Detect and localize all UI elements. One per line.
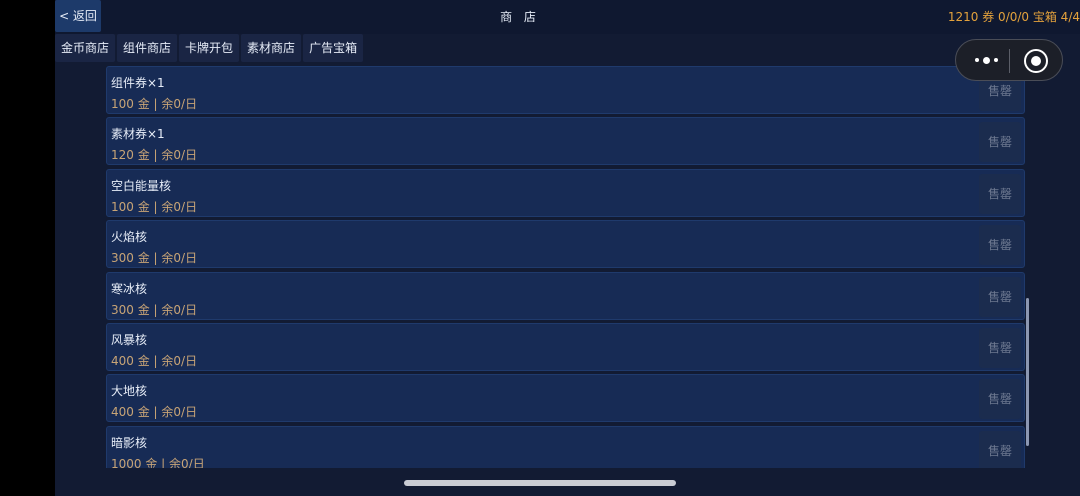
sold-out-button[interactable]: 售罄 <box>979 122 1021 163</box>
item-name: 空白能量核 <box>111 178 172 193</box>
list-item: 空白能量核 100 金 | 余0/日 售罄 <box>106 168 1025 217</box>
top-bar: < 返回 商 店 1210 券 0/0/0 宝箱 4/4 <box>55 0 1080 34</box>
list-item: 寒冰核 300 金 | 余0/日 售罄 <box>106 271 1025 320</box>
item-price: 100 金 | 余0/日 <box>111 199 198 214</box>
tab-ad-chest[interactable]: 广告宝箱 <box>303 34 364 62</box>
item-name: 风暴核 <box>111 332 148 347</box>
more-dots-icon[interactable] <box>966 40 1006 80</box>
list-item: 组件券×1 100 金 | 余0/日 售罄 <box>106 66 1025 114</box>
item-name: 暗影核 <box>111 435 148 450</box>
sold-out-button[interactable]: 售罄 <box>979 276 1021 317</box>
list-item: 大地核 400 金 | 余0/日 售罄 <box>106 374 1025 423</box>
left-black-bar <box>0 0 55 496</box>
home-indicator[interactable] <box>404 480 676 486</box>
target-circle-icon[interactable] <box>1024 49 1048 73</box>
item-name: 组件券×1 <box>111 76 165 90</box>
item-price: 120 金 | 余0/日 <box>111 148 198 163</box>
capsule-divider <box>1009 49 1010 73</box>
shop-item-list[interactable]: 组件券×1 100 金 | 余0/日 售罄 素材券×1 120 金 | 余0/日… <box>106 66 1026 468</box>
list-item: 素材券×1 120 金 | 余0/日 售罄 <box>106 117 1025 166</box>
sold-out-button[interactable]: 售罄 <box>979 379 1021 420</box>
item-price: 1000 金 | 余0/日 <box>111 456 205 468</box>
item-name: 火焰核 <box>111 230 148 245</box>
list-scrollbar[interactable] <box>1026 298 1029 446</box>
sold-out-button[interactable]: 售罄 <box>979 430 1021 468</box>
page-title: 商 店 <box>500 10 540 24</box>
tab-card-packs[interactable]: 卡牌开包 <box>179 34 240 62</box>
miniprogram-capsule <box>955 39 1063 81</box>
sold-out-button[interactable]: 售罄 <box>979 173 1021 214</box>
item-price: 400 金 | 余0/日 <box>111 405 198 420</box>
sold-out-button[interactable]: 售罄 <box>979 327 1021 368</box>
tab-material-shop[interactable]: 素材商店 <box>241 34 302 62</box>
shop-screen: < 返回 商 店 1210 券 0/0/0 宝箱 4/4 金币商店 组件商店 卡… <box>55 0 1080 496</box>
item-price: 400 金 | 余0/日 <box>111 353 198 368</box>
item-name: 大地核 <box>111 384 148 399</box>
list-item: 暗影核 1000 金 | 余0/日 售罄 <box>106 425 1025 468</box>
tab-component-shop[interactable]: 组件商店 <box>117 34 178 62</box>
shop-tabs: 金币商店 组件商店 卡牌开包 素材商店 广告宝箱 <box>55 34 364 62</box>
list-item: 风暴核 400 金 | 余0/日 售罄 <box>106 322 1025 371</box>
item-price: 100 金 | 余0/日 <box>111 97 198 111</box>
tab-coin-shop[interactable]: 金币商店 <box>55 34 116 62</box>
item-price: 300 金 | 余0/日 <box>111 251 198 266</box>
list-item: 火焰核 300 金 | 余0/日 售罄 <box>106 220 1025 269</box>
item-price: 300 金 | 余0/日 <box>111 302 198 317</box>
item-name: 素材券×1 <box>111 127 165 142</box>
currency-stats: 1210 券 0/0/0 宝箱 4/4 <box>947 10 1080 24</box>
item-name: 寒冰核 <box>111 281 148 296</box>
sold-out-button[interactable]: 售罄 <box>979 225 1021 266</box>
